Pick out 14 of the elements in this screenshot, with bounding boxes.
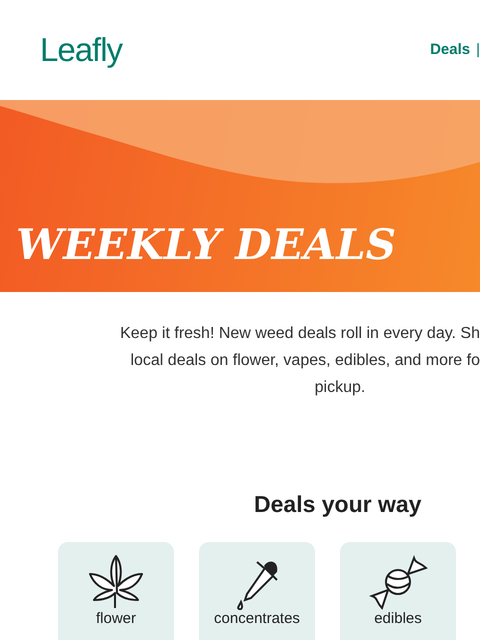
candy-icon bbox=[368, 554, 428, 610]
category-card[interactable]: concentrates bbox=[199, 542, 315, 640]
nav-separator: | bbox=[476, 40, 480, 60]
logo[interactable]: Leafly bbox=[40, 25, 122, 75]
category-label: edibles bbox=[373, 610, 423, 628]
category-card[interactable]: edibles bbox=[340, 542, 456, 640]
section-title: Deals your way bbox=[254, 490, 422, 519]
category-label: concentrates bbox=[213, 610, 301, 628]
category-card[interactable]: flower bbox=[58, 542, 174, 640]
nav-link[interactable]: Deals bbox=[430, 38, 470, 62]
banner-title: WEEKLY DEALS bbox=[16, 224, 396, 266]
leaf-icon bbox=[86, 554, 146, 610]
category-label: flower bbox=[94, 610, 137, 628]
intro-text: Keep it fresh! New weed deals roll in every day. Sh local deals on flower, vapes, edibles, and more fo pickup. bbox=[119, 324, 480, 398]
